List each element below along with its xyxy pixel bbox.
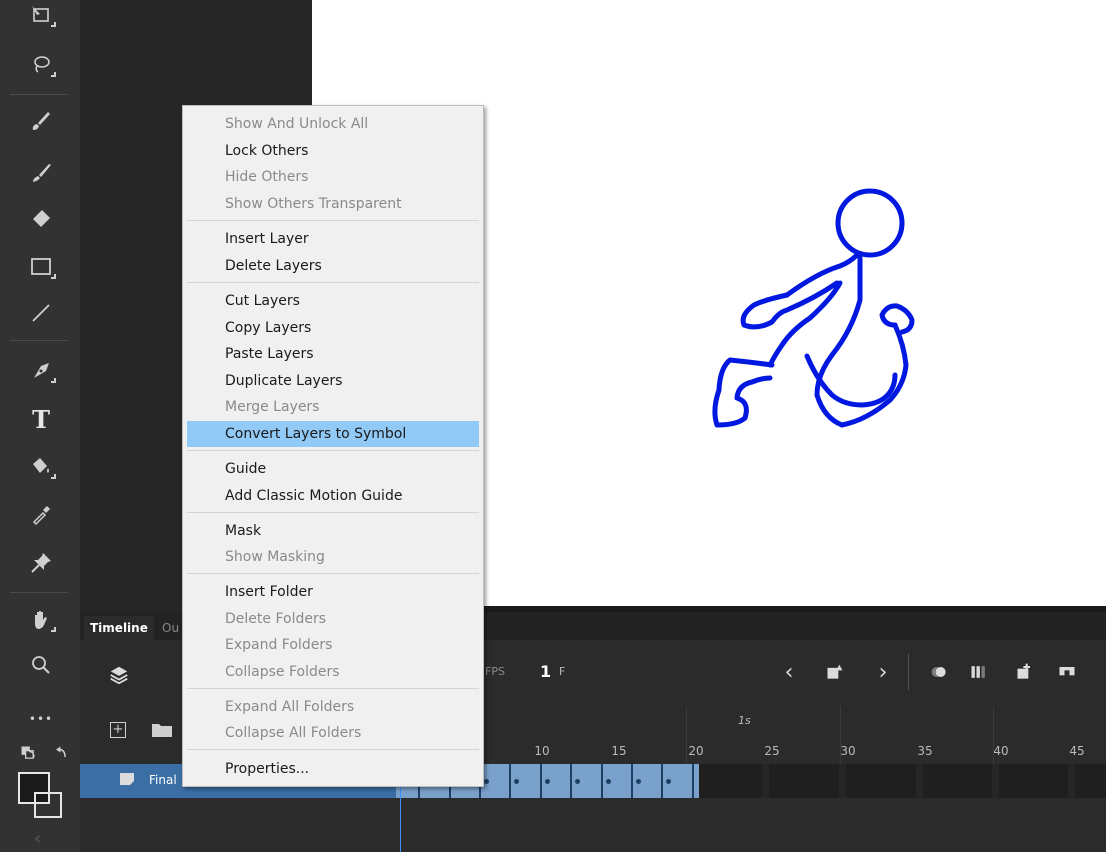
- menu-item-show-and-unlock-all: Show And Unlock All: [225, 116, 369, 132]
- more-glyph: •••: [28, 712, 54, 726]
- tab-timeline[interactable]: Timeline: [84, 616, 154, 640]
- ruler-number: 40: [993, 744, 1009, 758]
- ruler-number: 15: [611, 744, 627, 758]
- menu-separator: [187, 749, 479, 750]
- layers-icon[interactable]: [108, 664, 130, 686]
- time-marker-label: 1s: [738, 714, 751, 727]
- rectangle-icon[interactable]: [18, 252, 64, 282]
- tab-output[interactable]: Ou: [162, 616, 179, 640]
- menu-item-delete-layers[interactable]: Delete Layers: [187, 253, 479, 279]
- edit-multiple-frames-icon[interactable]: [966, 658, 992, 686]
- hand-icon[interactable]: [18, 605, 64, 635]
- menu-separator: [187, 220, 479, 221]
- frame-unit-label: F: [559, 665, 566, 678]
- menu-item-add-classic-motion-guide[interactable]: Add Classic Motion Guide: [187, 483, 479, 509]
- frame-view-icon[interactable]: [1054, 658, 1080, 686]
- menu-item-duplicate-layers[interactable]: Duplicate Layers: [187, 368, 479, 394]
- menu-item-mask[interactable]: Mask: [187, 518, 479, 544]
- frame-ruler[interactable]: 1s 10 15 20 25 30 35 40 45: [396, 706, 1106, 764]
- text-tool-glyph: T: [32, 404, 50, 434]
- menu-item-expand-folders: Expand Folders: [225, 637, 333, 653]
- menu-separator: [187, 573, 479, 574]
- current-frame-number[interactable]: 1: [540, 662, 551, 681]
- tools-panel: T ••• ‹: [0, 0, 80, 852]
- controls-divider: [908, 654, 909, 690]
- menu-item-expand-all-folders: Expand All Folders: [225, 699, 355, 715]
- frames-track[interactable]: [396, 764, 1106, 798]
- zoom-icon[interactable]: [18, 650, 64, 680]
- onion-skin-icon[interactable]: [926, 658, 952, 686]
- menu-item-copy-layers[interactable]: Copy Layers: [187, 315, 479, 341]
- menu-item-collapse-folders: Collapse Folders: [225, 664, 340, 680]
- menu-item-cut-layers[interactable]: Cut Layers: [187, 288, 479, 314]
- paint-brush-icon[interactable]: [18, 106, 64, 136]
- menu-item-paste-layers[interactable]: Paste Layers: [187, 341, 479, 367]
- ruler-number: 25: [764, 744, 780, 758]
- paint-bucket-icon[interactable]: [18, 452, 64, 482]
- menu-item-show-masking: Show Masking: [225, 549, 325, 565]
- text-icon[interactable]: T: [18, 404, 64, 434]
- toolbar-divider: [10, 94, 68, 95]
- fill-color-swatch[interactable]: [34, 792, 62, 818]
- menu-item-show-others-transparent: Show Others Transparent: [225, 196, 402, 212]
- menu-separator: [187, 282, 479, 283]
- menu-item-guide[interactable]: Guide: [187, 456, 479, 482]
- eyedropper-icon[interactable]: [18, 500, 64, 530]
- layer-context-menu: Show And Unlock All Lock Others Hide Oth…: [182, 105, 484, 787]
- next-frame-icon[interactable]: ›: [870, 658, 896, 686]
- free-transform-icon[interactable]: [18, 0, 64, 30]
- toolbar-divider: [10, 340, 68, 341]
- collapse-arrow-icon[interactable]: ‹: [34, 828, 41, 849]
- menu-separator: [187, 512, 479, 513]
- fps-label: FPS: [485, 665, 505, 678]
- menu-item-convert-layers-to-symbol[interactable]: Convert Layers to Symbol: [187, 421, 479, 447]
- ruler-number: 35: [917, 744, 933, 758]
- more-icon[interactable]: •••: [18, 704, 64, 734]
- menu-separator: [187, 688, 479, 689]
- menu-item-insert-folder[interactable]: Insert Folder: [187, 579, 479, 605]
- menu-item-collapse-all-folders: Collapse All Folders: [225, 725, 362, 741]
- previous-frame-icon[interactable]: ‹: [776, 658, 802, 686]
- pen-icon[interactable]: [18, 356, 64, 386]
- new-folder-icon[interactable]: [152, 723, 172, 737]
- pin-icon[interactable]: [18, 548, 64, 578]
- lasso-icon[interactable]: [18, 50, 64, 80]
- swap-colors-icon[interactable]: [14, 744, 44, 764]
- menu-separator: [187, 450, 479, 451]
- toolbar-divider: [10, 592, 68, 593]
- line-icon[interactable]: [18, 298, 64, 328]
- menu-item-delete-folders: Delete Folders: [225, 611, 327, 627]
- menu-item-lock-others[interactable]: Lock Others: [187, 138, 479, 164]
- layer-page-icon: [120, 773, 134, 785]
- brush-icon[interactable]: [18, 158, 64, 188]
- ruler-number: 20: [688, 744, 704, 758]
- ruler-number: 45: [1069, 744, 1085, 758]
- layer-name[interactable]: Final: [149, 773, 177, 787]
- ruler-number: 30: [840, 744, 856, 758]
- menu-item-properties[interactable]: Properties...: [187, 756, 479, 782]
- menu-item-insert-layer[interactable]: Insert Layer: [187, 226, 479, 252]
- reset-colors-icon[interactable]: [44, 744, 74, 764]
- ruler-number: 10: [534, 744, 550, 758]
- add-camera-icon[interactable]: [1012, 658, 1038, 686]
- menu-item-merge-layers: Merge Layers: [225, 399, 320, 415]
- menu-item-hide-others: Hide Others: [225, 169, 309, 185]
- insert-keyframe-icon[interactable]: [822, 658, 848, 686]
- eraser-icon[interactable]: [18, 204, 64, 234]
- add-layer-button[interactable]: +: [110, 722, 126, 738]
